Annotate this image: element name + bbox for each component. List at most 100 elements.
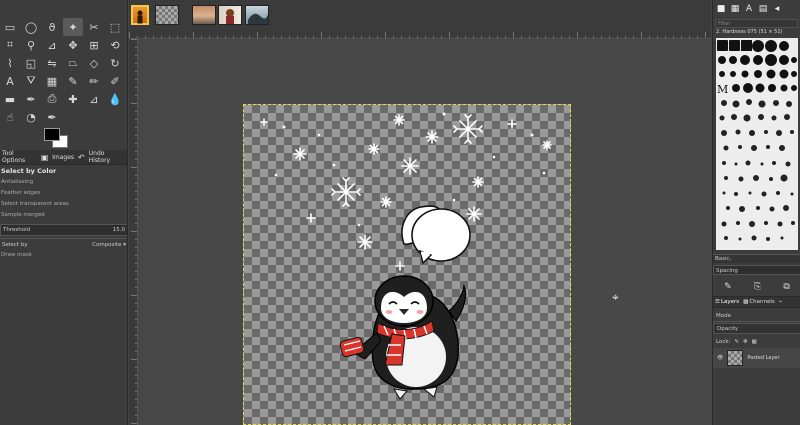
ruler-tick	[145, 36, 146, 38]
eye-icon[interactable]: 👁	[717, 355, 723, 361]
images-icon[interactable]: ▣	[39, 150, 50, 165]
heal-icon[interactable]: ✚	[63, 90, 83, 108]
transform-icon[interactable]: ⟲	[105, 36, 125, 54]
tab-paths[interactable]: ⌁	[777, 296, 784, 308]
brush-grid[interactable]: M	[716, 38, 798, 250]
lock-alpha-icon[interactable]: ▦	[752, 337, 757, 347]
ruler-tick	[585, 36, 586, 38]
gradient-icon[interactable]: ▦	[42, 72, 62, 90]
fuzzy-select-icon[interactable]: ✦	[63, 18, 83, 36]
ink-icon[interactable]: ✒	[21, 90, 41, 108]
image-canvas[interactable]	[243, 104, 571, 425]
brushes-tab-icon[interactable]: ■	[716, 4, 726, 14]
move-icon[interactable]: ✥	[63, 36, 83, 54]
text-icon[interactable]: A	[0, 72, 20, 90]
wave-thumbnail[interactable]	[245, 5, 269, 25]
ruler-tick	[177, 36, 178, 38]
ruler-tick	[657, 36, 658, 38]
ruler-tick	[135, 63, 137, 64]
layer-opacity-slider[interactable]: Opacity	[713, 323, 800, 334]
select-transparent-checkbox[interactable]: Select transparent areas	[0, 199, 127, 210]
measure-icon[interactable]: ⊿	[42, 36, 62, 54]
perspective-clone-icon[interactable]: ⊿	[84, 90, 104, 108]
snowflake-icon	[357, 234, 373, 250]
duplicate-brush-icon[interactable]: ⧉	[783, 282, 789, 292]
penguin-thumbnail[interactable]	[155, 5, 179, 25]
brush-tag-filter[interactable]: Basic,	[713, 254, 800, 263]
foreground-select-icon[interactable]: ⬚	[105, 18, 125, 36]
undo-icon[interactable]: ↶	[76, 150, 87, 165]
foreground-color[interactable]	[44, 128, 60, 141]
dodge-icon[interactable]: ◔	[21, 108, 41, 126]
tab-undo-history[interactable]: Undo History	[87, 150, 127, 165]
bucket-fill-icon[interactable]: ⛛	[21, 72, 41, 90]
draw-mask-checkbox[interactable]: Draw mask	[0, 250, 127, 261]
layer-name[interactable]: Pasted Layer	[747, 355, 779, 361]
lock-pixels-icon[interactable]: ✎	[734, 337, 739, 347]
ruler-tick	[135, 135, 137, 136]
edit-brush-icon[interactable]: ✎	[724, 282, 732, 292]
scissors-icon[interactable]: ✂	[84, 18, 104, 36]
penguin-character	[339, 275, 467, 400]
perspective-icon[interactable]: ⏢	[63, 54, 83, 72]
eraser-icon[interactable]: ▬	[0, 90, 20, 108]
feather-edges-checkbox[interactable]: Feather edges	[0, 188, 127, 199]
crop-icon[interactable]: ⌗	[0, 36, 20, 54]
ruler-tick	[135, 343, 137, 344]
lock-position-icon[interactable]: ✥	[743, 337, 748, 347]
sample-merged-checkbox[interactable]: Sample merged	[0, 210, 127, 221]
ruler-tick	[135, 175, 137, 176]
layer-row[interactable]: 👁 Pasted Layer	[713, 348, 800, 368]
lasso-icon[interactable]: ϑ	[42, 18, 62, 36]
dock-menu-icon[interactable]: ◂	[772, 4, 782, 14]
ruler-tick	[473, 36, 474, 38]
spacing-slider[interactable]: Spacing	[713, 265, 800, 275]
brush-filter-input[interactable]: Filter	[715, 19, 798, 28]
cage-icon[interactable]: ◇	[84, 54, 104, 72]
canvas-area[interactable]: ⌖	[138, 40, 711, 425]
ruler-tick	[169, 36, 170, 38]
flip-icon[interactable]: ⇋	[42, 54, 62, 72]
ruler-tick	[135, 111, 137, 112]
speech-bubble	[401, 205, 471, 265]
tab-layers[interactable]: ☰ Layers	[713, 296, 741, 308]
path-icon[interactable]: ✒	[42, 108, 62, 126]
smudge-icon[interactable]: ☝	[0, 108, 20, 126]
rect-select-icon[interactable]: ▭	[0, 18, 20, 36]
paintbrush-icon[interactable]: ✎	[63, 72, 83, 90]
ruler-tick	[131, 359, 137, 360]
ruler-tick	[135, 311, 137, 312]
ruler-tick	[131, 231, 137, 232]
brush-thumbnails[interactable]: M	[716, 38, 798, 250]
ellipse-select-icon[interactable]: ◯	[21, 18, 41, 36]
tab-images[interactable]: Images	[50, 150, 76, 165]
clone-icon[interactable]: ⎙	[42, 90, 62, 108]
woman-thumbnail[interactable]	[218, 5, 242, 25]
fonts-tab-icon[interactable]: A	[744, 4, 754, 14]
ruler-tick	[257, 32, 258, 38]
ruler-tick	[135, 143, 137, 144]
select-by-combo[interactable]: Select by Composite ▾	[0, 238, 127, 250]
layer-mode-combo[interactable]: Mode	[713, 311, 800, 322]
layer-lock-row: Lock: ✎ ✥ ▦	[713, 337, 800, 347]
gradients-tab-icon[interactable]: ▤	[758, 4, 768, 14]
rotate-icon[interactable]: ↻	[105, 54, 125, 72]
blur-icon[interactable]: 💧	[105, 90, 125, 108]
tab-channels[interactable]: ▩ Channels	[741, 296, 777, 308]
tab-tool-options[interactable]: Tool Options	[0, 150, 39, 165]
antialiasing-checkbox[interactable]: Antialiasing	[0, 177, 127, 188]
unified-transform-icon[interactable]: ◱	[21, 54, 41, 72]
zoom-icon[interactable]: ⚲	[21, 36, 41, 54]
ruler-tick	[249, 36, 250, 38]
new-brush-icon[interactable]: ⎘	[754, 282, 761, 292]
pencil-icon[interactable]: ✏	[84, 72, 104, 90]
patterns-tab-icon[interactable]: ▦	[730, 4, 740, 14]
fg-bg-color-swatch[interactable]	[44, 128, 70, 150]
align-icon[interactable]: ⊞	[84, 36, 104, 54]
portrait-thumbnail[interactable]	[131, 5, 149, 25]
airbrush-icon[interactable]: ✐	[105, 72, 125, 90]
warp-icon[interactable]: ⌇	[0, 54, 20, 72]
ruler-tick	[135, 287, 137, 288]
threshold-slider[interactable]: Threshold 15.0	[0, 224, 127, 236]
sunset-thumbnail[interactable]	[192, 5, 216, 25]
